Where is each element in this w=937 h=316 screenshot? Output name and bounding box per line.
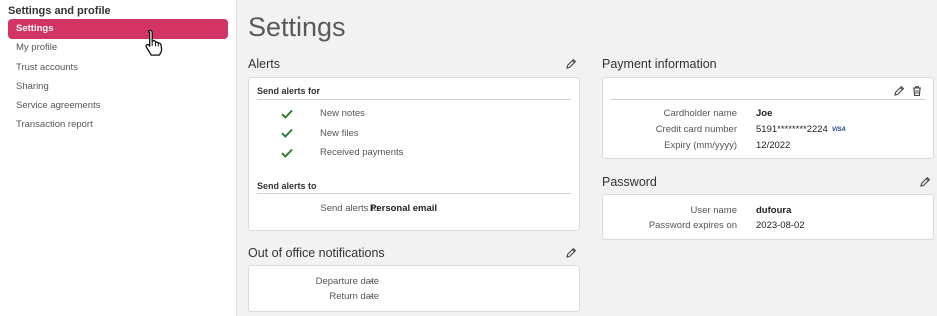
sidebar-item-sharing[interactable]: Sharing xyxy=(8,77,228,97)
sidebar-item-transaction-report[interactable]: Transaction report xyxy=(8,115,228,135)
password-expires-label: Password expires on xyxy=(648,220,737,231)
page-title: Settings xyxy=(248,12,346,42)
alert-item-received-payments: Received payments xyxy=(320,147,404,158)
divider xyxy=(611,99,925,100)
edit-out-of-office-icon[interactable] xyxy=(565,247,577,259)
check-icon xyxy=(281,128,293,138)
check-icon xyxy=(281,109,293,119)
hand-cursor-icon xyxy=(145,29,163,56)
send-alerts-for-heading: Send alerts for xyxy=(257,86,321,96)
visa-logo-icon: VISA xyxy=(831,127,846,133)
edit-alerts-icon[interactable] xyxy=(565,58,577,70)
out-of-office-card: Departure date - Return date - xyxy=(248,265,580,312)
cardholder-name-value: Joe xyxy=(756,108,773,119)
payment-information-title: Payment information xyxy=(602,57,717,71)
delete-payment-icon[interactable] xyxy=(911,85,923,97)
password-expires-value: 2023-08-02 xyxy=(756,220,805,231)
sidebar-item-settings[interactable]: Settings xyxy=(8,19,228,39)
password-card: User name dufoura Password expires on 20… xyxy=(602,194,934,240)
credit-card-number-row: 5191********2224 VISA xyxy=(756,124,846,135)
edit-password-icon[interactable] xyxy=(919,176,931,188)
alerts-title: Alerts xyxy=(248,57,280,71)
check-icon xyxy=(281,148,293,158)
edit-payment-icon[interactable] xyxy=(893,85,905,97)
sidebar-heading: Settings and profile xyxy=(8,5,111,17)
departure-date-label: Departure date xyxy=(315,276,379,287)
sidebar-item-service-agreements[interactable]: Service agreements xyxy=(8,96,228,116)
password-title: Password xyxy=(602,175,657,189)
payment-card: Cardholder name Joe Credit card number 5… xyxy=(602,77,934,159)
divider xyxy=(257,193,571,194)
cardholder-name-label: Cardholder name xyxy=(663,108,737,119)
alerts-card: Send alerts for New notes New files Rece… xyxy=(248,77,580,231)
alert-item-new-notes: New notes xyxy=(320,108,365,119)
return-date-label: Return date xyxy=(329,291,379,302)
send-alerts-to-heading: Send alerts to xyxy=(257,181,317,191)
sidebar-item-trust-accounts[interactable]: Trust accounts xyxy=(8,58,228,78)
send-alerts-to-label: Send alerts to xyxy=(320,203,379,214)
expiry-label: Expiry (mm/yyyy) xyxy=(664,140,737,151)
sidebar: Settings and profile Settings My profile… xyxy=(0,0,237,316)
divider xyxy=(257,99,571,100)
sidebar-item-my-profile[interactable]: My profile xyxy=(8,38,228,58)
user-name-label: User name xyxy=(690,205,737,216)
departure-date-value: - xyxy=(370,276,374,287)
credit-card-number-label: Credit card number xyxy=(655,124,737,135)
send-alerts-to-value: Personal email xyxy=(370,203,438,214)
user-name-value: dufoura xyxy=(756,205,792,216)
out-of-office-title: Out of office notifications xyxy=(248,246,385,260)
expiry-value: 12/2022 xyxy=(756,140,791,151)
return-date-value: - xyxy=(370,291,374,302)
alert-item-new-files: New files xyxy=(320,128,359,139)
credit-card-number-value: 5191********2224 xyxy=(756,124,828,135)
